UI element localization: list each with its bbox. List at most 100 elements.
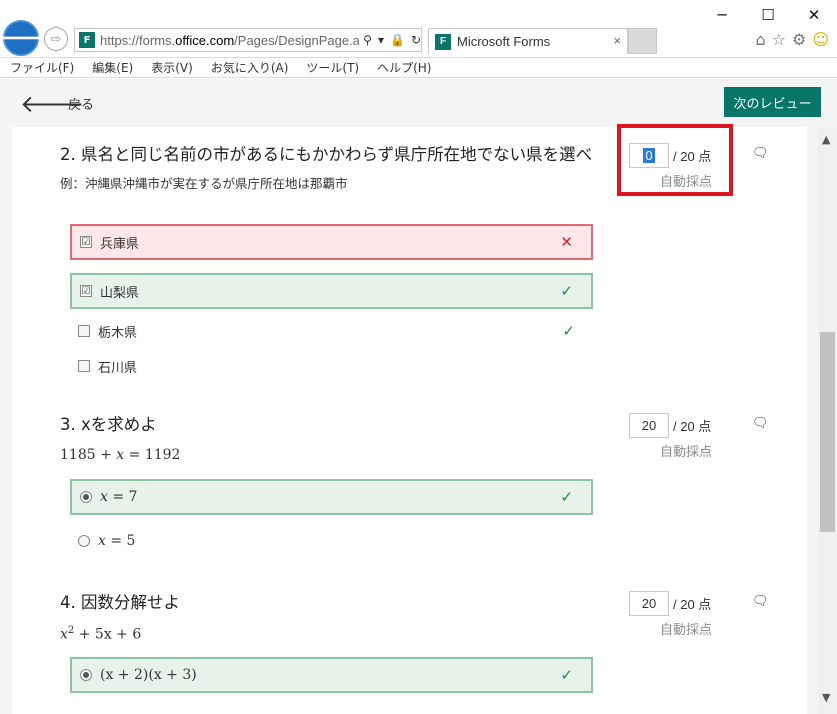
left-gutter	[0, 127, 12, 714]
menu-bar: ファイル(F) 編集(E) 表示(V) お気に入り(A) ツール(T) ヘルプ(…	[0, 58, 837, 78]
option-label: 石川県	[98, 360, 138, 376]
address-url[interactable]: https://forms.office.com/Pages/DesignPag…	[100, 33, 359, 48]
browser-forward-button[interactable]: ⇨	[44, 27, 68, 51]
radio-dot	[83, 672, 89, 678]
score-field: 20 / 20 点	[629, 591, 711, 616]
checked-checkbox-icon: ☑	[80, 285, 92, 297]
forward-arrow-icon: ⇨	[50, 31, 62, 47]
question-text: 因数分解せよ	[81, 593, 180, 612]
close-window-button[interactable]: ✕	[791, 0, 837, 30]
address-bar[interactable]: F https://forms.office.com/Pages/DesignP…	[74, 28, 422, 52]
browser-tab[interactable]: F Microsoft Forms ×	[428, 28, 628, 54]
comment-icon[interactable]: 🗨	[752, 416, 769, 431]
eq-op: +	[100, 447, 112, 463]
menu-tools[interactable]: ツール(T)	[296, 59, 367, 76]
opt-eq: =	[112, 489, 125, 505]
star-icon[interactable]: ☆	[772, 30, 786, 49]
scroll-down-icon[interactable]: ▼	[822, 691, 830, 704]
correct-check-icon: ✓	[560, 488, 573, 506]
correct-check-icon: ✓	[560, 282, 573, 300]
question-number: 2.	[60, 145, 76, 164]
browser-chrome: ─ ☐ ✕ 🡐 ⇨ F https://forms.office.com/Pag…	[0, 0, 837, 58]
eq-eq: =	[128, 447, 141, 463]
option-item[interactable]: 石川県	[70, 348, 593, 384]
gear-icon[interactable]: ⚙	[792, 30, 806, 49]
minimize-button[interactable]: ─	[699, 0, 745, 30]
url-scheme: https://forms.	[100, 32, 176, 48]
forms-favicon-icon: F	[435, 33, 451, 50]
eq-base: x	[60, 626, 68, 643]
option-label: 山梨県	[100, 285, 140, 301]
incorrect-x-icon: ✕	[560, 233, 573, 251]
option-item[interactable]: x = 5	[70, 523, 593, 559]
question-title: 4. 因数分解せよ	[60, 591, 605, 615]
review-content: 2. 県名と同じ名前の市があるにもかかわらず県庁所在地でない県を選べ 例：沖縄県…	[0, 127, 818, 714]
option-label: (x + 2)(x + 3)	[100, 667, 197, 683]
forms-top-bar: 🡐 戻る 次のレビュー	[0, 79, 837, 127]
score-total: / 20 点	[673, 597, 712, 612]
scroll-thumb[interactable]	[820, 332, 835, 532]
question-title: 3. xを求めよ	[60, 413, 605, 437]
score-field: 20 / 20 点	[629, 413, 711, 438]
feedback-smile-icon[interactable]: ☺	[812, 30, 829, 49]
menu-view[interactable]: 表示(V)	[141, 59, 201, 76]
option-label: 栃木県	[98, 325, 138, 341]
lock-icon[interactable]: 🔒	[390, 33, 405, 47]
comment-icon[interactable]: 🗨	[752, 146, 769, 161]
score-highlight-box	[617, 124, 733, 196]
eq-rest: + 5x + 6	[78, 626, 142, 643]
next-review-button[interactable]: 次のレビュー	[724, 87, 821, 117]
address-icons: ⚲ ▾ 🔒 ↻	[363, 33, 421, 47]
menu-help[interactable]: ヘルプ(H)	[367, 59, 439, 76]
back-arrow-icon: 🡐	[0, 26, 51, 51]
url-path: /Pages/DesignPage.aspx	[234, 32, 360, 48]
selected-radio-icon	[80, 669, 92, 681]
option-label: x = 5	[98, 533, 135, 549]
auto-graded-label: 自動採点	[660, 623, 713, 638]
option-label: 兵庫県	[100, 236, 140, 252]
question-2: 2. 県名と同じ名前の市があるにもかかわらず県庁所在地でない県を選べ 例：沖縄県…	[60, 143, 605, 192]
checkbox-icon	[78, 360, 90, 372]
menu-edit[interactable]: 編集(E)	[82, 59, 141, 76]
menu-file[interactable]: ファイル(F)	[0, 59, 82, 76]
comment-icon[interactable]: 🗨	[752, 594, 769, 609]
scrollbar[interactable]: ▲ ▼	[818, 127, 837, 714]
opt-var: x	[100, 489, 108, 505]
back-link[interactable]: 戻る	[68, 94, 94, 113]
question-3: 3. xを求めよ 1185 + x = 1192	[60, 413, 605, 463]
option-item[interactable]: 栃木県 ✓	[70, 313, 593, 349]
scroll-up-icon[interactable]: ▲	[822, 133, 830, 146]
refresh-icon[interactable]: ↻	[411, 33, 421, 47]
tab-close-icon[interactable]: ×	[613, 33, 621, 48]
eq-b: 1192	[144, 447, 181, 463]
opt-val: 7	[128, 489, 138, 505]
maximize-button[interactable]: ☐	[745, 0, 791, 30]
question-title: 2. 県名と同じ名前の市があるにもかかわらず県庁所在地でない県を選べ	[60, 143, 605, 167]
score-input[interactable]: 20	[629, 413, 669, 438]
checked-checkbox-icon: ☑	[80, 236, 92, 248]
question-text: xを求めよ	[81, 415, 157, 434]
score-total: / 20 点	[673, 419, 712, 434]
url-domain: office.com	[175, 32, 235, 48]
auto-graded-label: 自動採点	[660, 445, 713, 460]
question-subtitle: 例：沖縄県沖縄市が実在するが県庁所在地は那覇市	[60, 176, 348, 191]
score-input[interactable]: 20	[629, 591, 669, 616]
window-controls: ─ ☐ ✕	[699, 0, 837, 30]
checkbox-icon	[78, 325, 90, 337]
question-equation: x2 + 5x + 6	[60, 625, 605, 643]
home-icon[interactable]: ⌂	[755, 30, 765, 49]
menu-favorites[interactable]: お気に入り(A)	[201, 59, 297, 76]
option-item[interactable]: ☑ 兵庫県 ✕	[70, 224, 593, 260]
question-equation: 1185 + x = 1192	[60, 447, 605, 463]
new-tab-button[interactable]	[628, 28, 657, 54]
correct-check-icon: ✓	[562, 322, 575, 340]
browser-back-button[interactable]: 🡐	[0, 20, 51, 56]
search-icon[interactable]: ⚲	[363, 33, 372, 47]
option-item[interactable]: x = 7 ✓	[70, 479, 593, 515]
option-item[interactable]: (x + 2)(x + 3) ✓	[70, 657, 593, 693]
selected-radio-icon	[80, 491, 92, 503]
option-item[interactable]: ☑ 山梨県 ✓	[70, 273, 593, 309]
forms-favicon-icon: F	[79, 32, 95, 48]
opt-val: 5	[126, 533, 136, 549]
dropdown-icon[interactable]: ▾	[378, 33, 384, 47]
